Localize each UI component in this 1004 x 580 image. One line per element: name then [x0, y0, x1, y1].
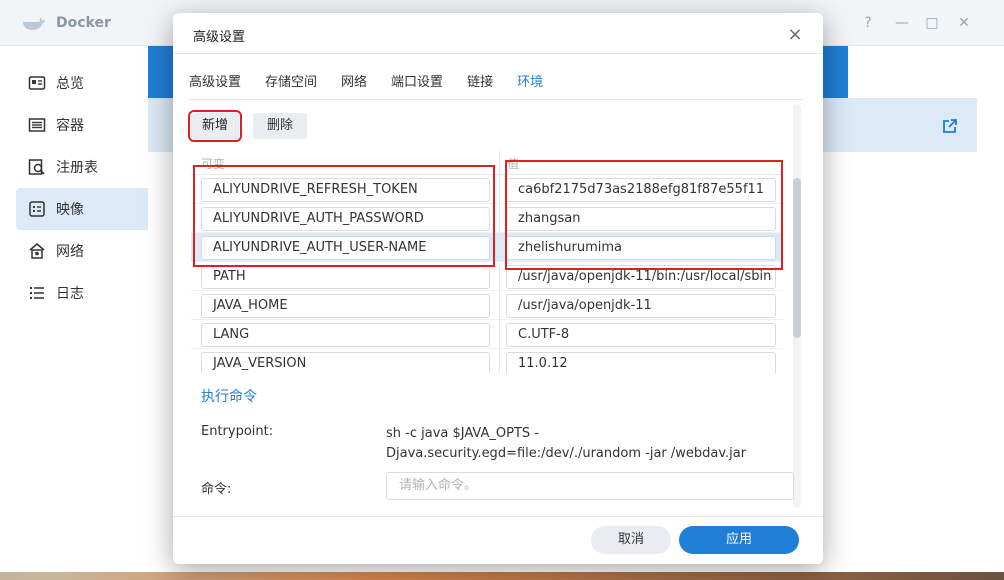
dialog-title: 高级设置 — [193, 30, 246, 45]
maximize-icon[interactable]: □ — [924, 15, 940, 31]
minimize-icon[interactable]: — — [894, 15, 910, 31]
table-row[interactable]: JAVA_HOME /usr/java/openjdk-11 — [191, 291, 783, 320]
app-title: Docker — [56, 15, 111, 31]
sidebar: 总览 容器 注册表 映像 网络 日志 — [0, 46, 150, 572]
sidebar-item-label: 日志 — [56, 286, 84, 302]
sidebar-item-label: 总览 — [56, 76, 84, 92]
value-field[interactable]: /usr/java/openjdk-11 — [506, 294, 776, 318]
variable-field[interactable]: PATH — [201, 265, 490, 289]
entrypoint-value: sh -c java $JAVA_OPTS -Djava.security.eg… — [386, 426, 747, 461]
divider — [173, 53, 823, 54]
tab-storage[interactable]: 存储空间 — [265, 71, 317, 93]
tab-advanced[interactable]: 高级设置 — [189, 71, 241, 93]
sidebar-item-log[interactable]: 日志 — [16, 272, 150, 314]
registry-icon — [28, 159, 45, 175]
apply-button[interactable]: 应用 — [679, 526, 799, 554]
command-label: 命令: — [201, 482, 232, 497]
divider — [189, 99, 803, 100]
tab-port-settings[interactable]: 端口设置 — [391, 71, 443, 93]
entrypoint-label: Entrypoint: — [201, 424, 274, 439]
tab-environment[interactable]: 环境 — [517, 71, 543, 93]
variable-field[interactable]: JAVA_HOME — [201, 294, 490, 318]
add-button[interactable]: 新增 — [188, 110, 242, 142]
sidebar-item-label: 映像 — [56, 202, 84, 218]
network-icon — [29, 243, 45, 259]
tab-links[interactable]: 链接 — [467, 71, 493, 93]
exec-command-section-title: 执行命令 — [201, 389, 257, 405]
sidebar-item-registry[interactable]: 注册表 — [16, 146, 150, 188]
sidebar-item-image[interactable]: 映像 — [16, 188, 150, 230]
value-field[interactable]: C.UTF-8 — [506, 323, 776, 347]
sidebar-item-network[interactable]: 网络 — [16, 230, 150, 272]
sidebar-item-label: 注册表 — [56, 160, 98, 176]
cancel-button[interactable]: 取消 — [591, 526, 671, 554]
scrollbar-thumb[interactable] — [793, 178, 801, 338]
value-field[interactable]: 11.0.12 — [506, 352, 776, 373]
variable-field[interactable]: LANG — [201, 323, 490, 347]
advanced-settings-dialog: 高级设置 × 高级设置 存储空间 网络 端口设置 链接 环境 新增 删除 可变 … — [173, 13, 823, 564]
column-divider — [499, 151, 500, 373]
overview-icon — [28, 76, 46, 90]
docker-logo-icon — [23, 18, 45, 30]
help-icon[interactable]: ? — [860, 15, 876, 31]
tab-bar: 高级设置 存储空间 网络 端口设置 链接 环境 — [189, 71, 567, 93]
sidebar-item-label: 网络 — [56, 244, 84, 260]
container-icon — [28, 118, 46, 132]
highlight-box-variables — [193, 165, 495, 267]
command-input[interactable]: 请输入命令。 — [386, 472, 794, 500]
tab-network[interactable]: 网络 — [341, 71, 367, 93]
sidebar-item-overview[interactable]: 总览 — [16, 62, 150, 104]
close-icon[interactable]: × — [785, 25, 805, 45]
image-icon — [29, 201, 45, 217]
log-icon — [30, 287, 44, 299]
sidebar-item-container[interactable]: 容器 — [16, 104, 150, 146]
variable-field[interactable]: JAVA_VERSION — [201, 352, 490, 373]
divider — [173, 516, 823, 517]
open-external-icon[interactable] — [942, 118, 958, 134]
table-row[interactable]: LANG C.UTF-8 — [191, 320, 783, 349]
sidebar-item-label: 容器 — [56, 118, 84, 134]
table-row[interactable]: JAVA_VERSION 11.0.12 — [191, 349, 783, 373]
highlight-box-values — [505, 160, 783, 270]
delete-button[interactable]: 删除 — [253, 113, 307, 139]
close-window-icon[interactable]: ✕ — [956, 15, 972, 31]
